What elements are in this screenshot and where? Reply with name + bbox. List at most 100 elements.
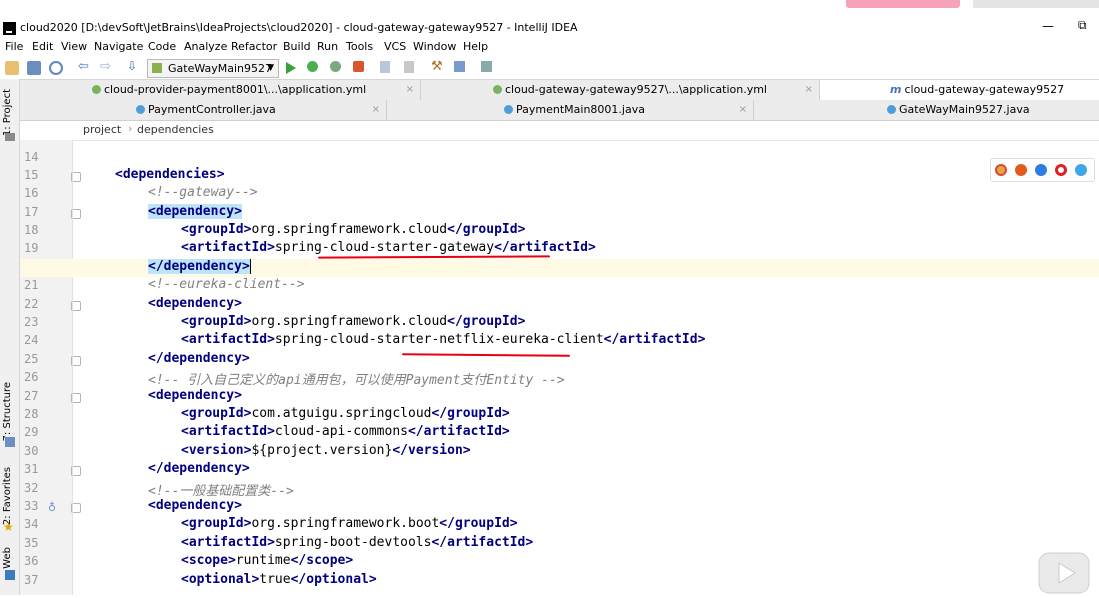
restore-button[interactable]: ⧉	[1078, 18, 1087, 33]
coverage-icon[interactable]	[330, 61, 341, 72]
code-line-31: </dependency>	[148, 461, 250, 476]
left-tool-bar: 1: Project 7: Structure 2: Favorites ★ W…	[0, 79, 20, 595]
stop-icon[interactable]	[353, 61, 364, 72]
structure-icon[interactable]	[481, 61, 492, 72]
xml-tag: </version>	[392, 443, 471, 458]
web-tool-tab[interactable]: Web	[2, 547, 13, 569]
line-number-gutter: 14 15 16 17 18 19 20 21 22 23 24 25 26 2…	[20, 140, 81, 595]
yml-file-icon	[92, 85, 101, 94]
back-arrow-icon[interactable]: ⇦	[78, 59, 92, 74]
sync-icon[interactable]	[49, 61, 63, 75]
code-editor[interactable]: <dependencies> <!--gateway--> <dependenc…	[73, 140, 1099, 595]
menu-tools[interactable]: Tools	[346, 40, 373, 53]
tab-label: PaymentMain8001.java	[516, 103, 645, 116]
xml-tag: <groupId>	[181, 406, 252, 421]
xml-tag: </groupId>	[447, 222, 526, 237]
code-line-17: <dependency>	[148, 204, 242, 219]
tab-gateway9527-pom[interactable]: m cloud-gateway-gateway9527	[820, 80, 1099, 100]
line-number: 18	[24, 223, 39, 237]
video-play-overlay[interactable]	[1035, 545, 1099, 595]
editor-tabs-row-1: cloud-provider-payment8001\...\applicati…	[20, 80, 1099, 101]
close-tab-icon[interactable]: ×	[739, 100, 747, 120]
vcs-icon[interactable]	[404, 61, 414, 73]
ie-icon[interactable]	[1075, 164, 1087, 176]
menu-window[interactable]: Window	[413, 40, 456, 53]
star-icon: ★	[3, 520, 14, 534]
xml-text: org.springframework.cloud	[251, 222, 448, 237]
menu-refactor[interactable]: Refactor	[231, 40, 277, 53]
breadcrumb-project[interactable]: project	[83, 123, 121, 136]
xml-tag: <artifactId>	[181, 535, 275, 550]
java-class-icon	[887, 105, 896, 114]
close-tab-icon[interactable]: ×	[372, 100, 380, 120]
close-tab-icon[interactable]: ×	[406, 80, 414, 100]
top-pink-overlay	[846, 0, 960, 8]
menu-view[interactable]: View	[61, 40, 87, 53]
menu-navigate[interactable]: Navigate	[94, 40, 143, 53]
menu-edit[interactable]: Edit	[32, 40, 53, 53]
menu-code[interactable]: Code	[148, 40, 176, 53]
forward-arrow-icon[interactable]: ⇨	[100, 59, 114, 74]
run-icon[interactable]	[286, 62, 296, 74]
line-number: 36	[24, 554, 39, 568]
tab-gateway-main9527[interactable]: GateWayMain9527.java	[754, 100, 1099, 120]
dependency-gutter-icon[interactable]: ♁	[48, 501, 56, 514]
sdk-icon[interactable]	[454, 61, 465, 72]
code-line-27: <dependency>	[148, 388, 242, 403]
structure-tool-tab[interactable]: 7: Structure	[2, 382, 13, 441]
menu-run[interactable]: Run	[317, 40, 338, 53]
save-icon[interactable]	[27, 61, 41, 75]
menu-analyze[interactable]: Analyze	[184, 40, 227, 53]
minimize-button[interactable]: —	[1042, 19, 1054, 33]
debug-icon[interactable]	[307, 61, 318, 72]
xml-tag: <dependency>	[148, 204, 242, 219]
menu-build[interactable]: Build	[283, 40, 311, 53]
open-folder-icon[interactable]	[5, 61, 19, 75]
xml-text: com.atguigu.springcloud	[251, 406, 432, 421]
line-number: 23	[24, 315, 39, 329]
chrome-icon[interactable]	[995, 164, 1007, 176]
project-tool-tab[interactable]: 1: Project	[2, 89, 13, 136]
text-caret	[249, 259, 251, 274]
xml-tag: </optional>	[290, 572, 377, 587]
build-icon[interactable]: ⇩	[127, 59, 141, 73]
tab-payment8001-application-yml[interactable]: cloud-provider-payment8001\...\applicati…	[20, 80, 421, 100]
spring-boot-icon	[152, 63, 162, 73]
firefox-icon[interactable]	[1015, 164, 1027, 176]
xml-text: org.springframework.boot	[251, 516, 440, 531]
xml-tag: </artifactId>	[603, 332, 706, 347]
xml-tag: </groupId>	[439, 516, 518, 531]
favorites-tool-tab[interactable]: 2: Favorites	[2, 467, 13, 525]
line-number: 37	[24, 573, 39, 587]
xml-tag: <artifactId>	[181, 424, 275, 439]
run-config-selector[interactable]: GateWayMain9527 ▼	[147, 59, 279, 78]
settings-wrench-icon[interactable]: ⚒	[431, 59, 445, 74]
tab-payment-main8001[interactable]: PaymentMain8001.java ×	[387, 100, 754, 120]
code-line-36: <scope>runtime</scope>	[181, 553, 353, 568]
code-line-24: <artifactId>spring-cloud-starter-netflix…	[181, 332, 705, 347]
code-line-25: </dependency>	[148, 351, 250, 366]
menu-vcs[interactable]: VCS	[384, 40, 406, 53]
tab-payment-controller[interactable]: PaymentController.java ×	[20, 100, 387, 120]
tab-gateway9527-application-yml[interactable]: cloud-gateway-gateway9527\...\applicatio…	[421, 80, 820, 100]
code-line-16: <!--gateway-->	[148, 185, 258, 200]
xml-text: spring-cloud-starter-gateway	[274, 240, 495, 255]
run-config-label: GateWayMain9527	[168, 62, 273, 75]
xml-tag: <dependency>	[148, 388, 242, 403]
menu-help[interactable]: Help	[463, 40, 488, 53]
code-line-28: <groupId>com.atguigu.springcloud</groupI…	[181, 406, 510, 421]
project-structure-icon[interactable]	[380, 61, 390, 73]
opera-icon[interactable]	[1055, 164, 1067, 176]
code-line-18: <groupId>org.springframework.cloud</grou…	[181, 222, 525, 237]
java-class-icon	[136, 105, 145, 114]
xml-tag: </groupId>	[447, 314, 526, 329]
close-tab-icon[interactable]: ×	[805, 80, 813, 100]
xml-tag: </scope>	[290, 553, 354, 568]
menu-file[interactable]: File	[5, 40, 23, 53]
safari-icon[interactable]	[1035, 164, 1047, 176]
breadcrumb-dependencies[interactable]: dependencies	[137, 123, 214, 136]
line-number: 24	[24, 333, 39, 347]
xml-tag: <dependency>	[148, 498, 242, 513]
xml-text: cloud-api-commons	[274, 424, 408, 439]
xml-tag: <scope>	[181, 553, 236, 568]
